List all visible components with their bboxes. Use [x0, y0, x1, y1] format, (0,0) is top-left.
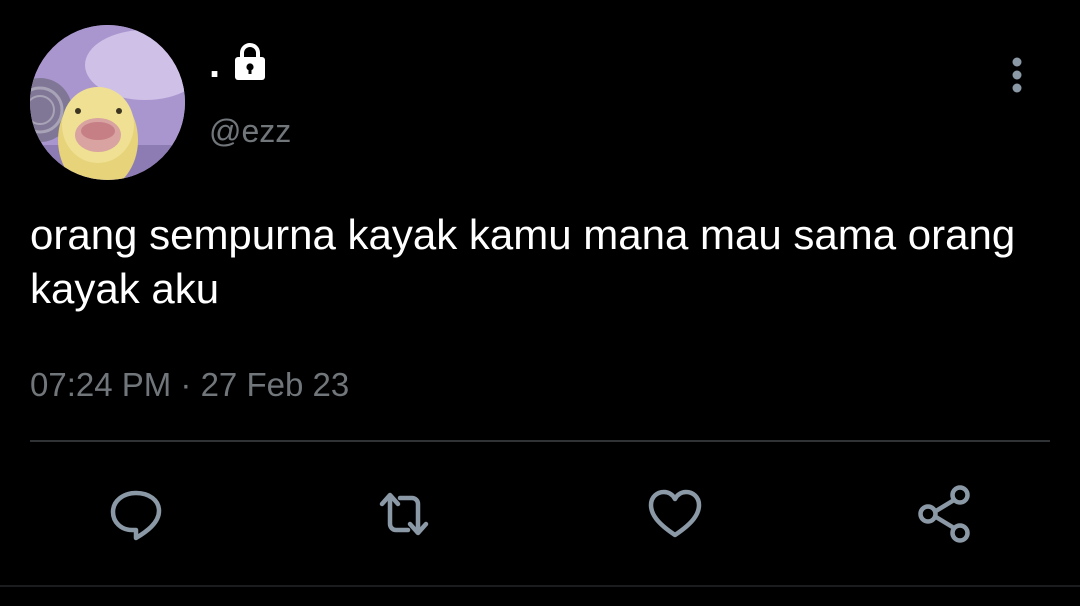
more-vertical-icon[interactable] [1000, 55, 1034, 95]
heart-icon [648, 489, 702, 538]
retweet-icon [379, 492, 429, 536]
tweet-text: orang sempurna kayak kamu mana mau sama … [30, 211, 1016, 312]
bottom-divider [0, 585, 1080, 587]
reply-button[interactable] [104, 482, 168, 546]
tweet-time: 07:24 PM [30, 366, 172, 403]
user-handle[interactable]: @ezz [209, 113, 291, 149]
tweet-detail: . @ezz orang sempurna kayak kamu mana ma… [0, 0, 1080, 606]
share-button[interactable] [913, 482, 977, 546]
meta-separator: · [171, 366, 201, 403]
divider [30, 440, 1050, 442]
share-icon [918, 485, 970, 543]
duck-avatar-image [30, 25, 185, 180]
display-name[interactable]: . [209, 44, 220, 84]
avatar[interactable] [30, 25, 185, 180]
retweet-button[interactable] [372, 482, 436, 546]
tweet-date: 27 Feb 23 [200, 366, 350, 403]
lock-icon [235, 43, 265, 80]
reply-icon [110, 490, 162, 541]
tweet-timestamp[interactable]: 07:24 PM · 27 Feb 23 [30, 366, 349, 404]
like-button[interactable] [643, 482, 707, 546]
